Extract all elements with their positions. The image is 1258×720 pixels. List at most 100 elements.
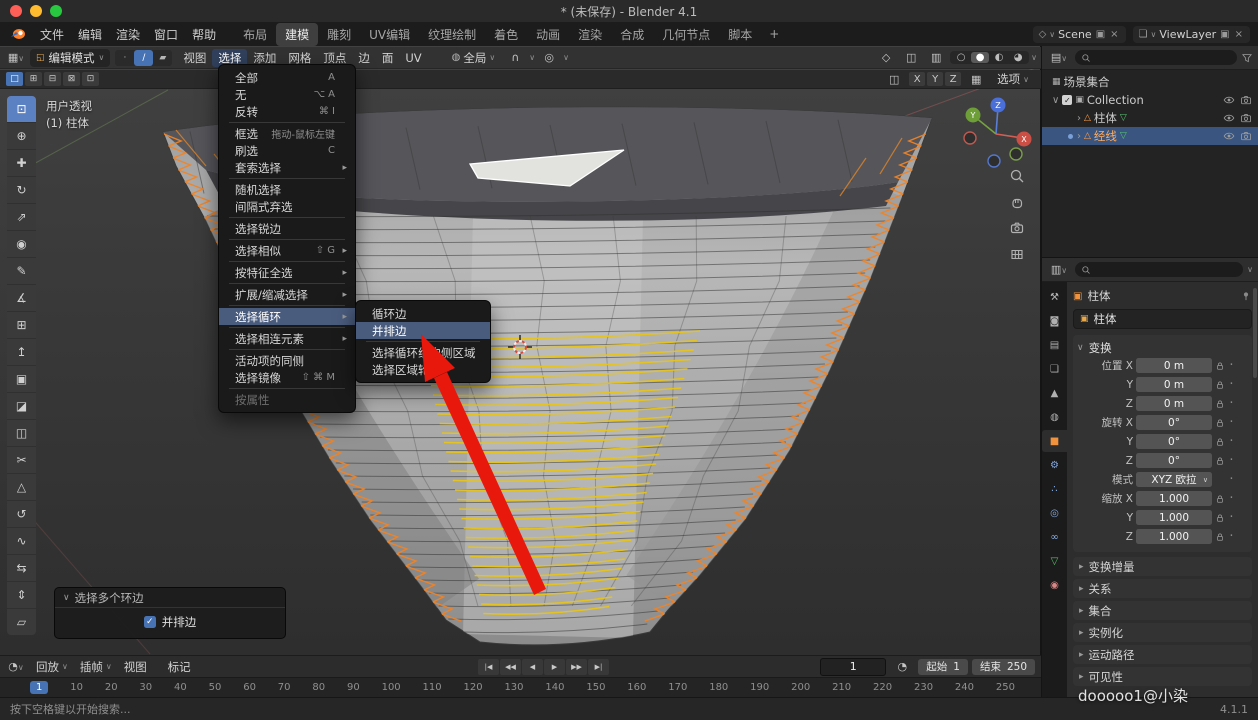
workspace-layout[interactable]: 布局 — [234, 23, 276, 46]
tab-object[interactable]: ■ — [1042, 430, 1067, 452]
animate-dot[interactable]: · — [1228, 453, 1235, 468]
animate-dot[interactable]: · — [1228, 491, 1235, 506]
tab-view-layer[interactable]: ❏ — [1042, 358, 1067, 380]
frame-start-field[interactable]: 起始 1 — [918, 659, 968, 675]
side-of-active[interactable]: 活动项的同侧 ▸ — [219, 352, 355, 369]
close-window-button[interactable] — [10, 5, 22, 17]
collection-row[interactable]: ∨ ✓ ▣ Collection — [1042, 91, 1258, 109]
menu-item[interactable]: ▸ — [229, 178, 345, 179]
box-select[interactable]: 框选 拖动-鼠标左键 ▸ — [219, 125, 355, 142]
select-sharp-edges[interactable]: 选择锐边 ▸ — [219, 220, 355, 237]
frame-tick[interactable]: 230 — [914, 682, 933, 693]
scene-collection-row[interactable]: ▦ 场景集合 — [1042, 73, 1258, 91]
animate-dot[interactable]: · — [1228, 472, 1235, 487]
zoom-window-button[interactable] — [50, 5, 62, 17]
frame-tick[interactable]: 210 — [832, 682, 851, 693]
proportional-edit-toggle[interactable]: ◎ — [537, 50, 561, 65]
prev-keyframe-button[interactable]: ◀◀ — [500, 659, 521, 675]
select-invert[interactable]: 反转 ⌘ I ▸ — [219, 103, 355, 120]
toggle-ortho-button[interactable] — [1005, 242, 1029, 266]
tab-constraints[interactable]: ∞ — [1042, 526, 1067, 548]
lock-icon[interactable] — [1215, 361, 1225, 371]
frame-tick[interactable]: 120 — [463, 682, 482, 693]
remove-viewlayer-button[interactable]: × — [1234, 29, 1244, 40]
tool-spin[interactable]: ↺ — [7, 501, 36, 528]
lock-icon[interactable] — [1215, 532, 1225, 542]
play-reverse-button[interactable]: ◀ — [522, 659, 543, 675]
frame-tick[interactable]: 250 — [996, 682, 1015, 693]
tab-modifiers[interactable]: ⚙ — [1042, 454, 1067, 476]
frame-tick[interactable]: 40 — [174, 682, 187, 693]
camera-view-button[interactable] — [1005, 216, 1029, 240]
workspace-uv-editing[interactable]: UV编辑 — [360, 23, 419, 46]
disable-render-icon[interactable] — [1240, 130, 1252, 142]
value-field[interactable]: 0 m ∨ — [1136, 377, 1212, 392]
frame-tick[interactable]: 220 — [873, 682, 892, 693]
frame-tick[interactable]: 150 — [586, 682, 605, 693]
shading-solid[interactable]: ● — [971, 52, 989, 63]
frame-tick[interactable]: 190 — [750, 682, 769, 693]
shading-rendered[interactable]: ◕ — [1009, 52, 1027, 63]
value-field[interactable]: 0° ∨ — [1136, 453, 1212, 468]
menu-item[interactable]: ▸ — [229, 217, 345, 218]
section-instancing[interactable]: ▸ 实例化 — [1073, 623, 1252, 642]
edge-loops[interactable]: 循环边 ▸ — [356, 305, 490, 322]
checker-deselect[interactable]: 间隔式弃选 ▸ — [219, 198, 355, 215]
frame-tick[interactable]: 110 — [423, 682, 442, 693]
value-field[interactable]: 0° ∨ — [1136, 415, 1212, 430]
new-viewlayer-button[interactable]: ▣ — [1219, 29, 1230, 40]
options-dropdown[interactable]: 选项 ∨ — [991, 71, 1035, 87]
properties-editor-type-button[interactable]: ▥∨ — [1047, 262, 1071, 277]
disable-render-icon[interactable] — [1240, 94, 1252, 106]
menu-item[interactable]: ▸ — [366, 341, 480, 342]
editor-type-button[interactable]: ▦∨ — [4, 50, 28, 65]
new-scene-button[interactable]: ▣ — [1095, 29, 1106, 40]
tool-extrude[interactable]: ↥ — [7, 339, 36, 366]
current-frame-field[interactable]: 1 — [820, 658, 886, 676]
workspace-sculpting[interactable]: 雕刻 — [318, 23, 360, 46]
select-op-invert[interactable]: ⊠ — [63, 72, 80, 86]
lock-icon[interactable] — [1215, 513, 1225, 523]
frame-tick[interactable]: 160 — [627, 682, 646, 693]
select-all[interactable]: 全部 A ▸ — [219, 69, 355, 86]
tool-scale[interactable]: ⇗ — [7, 204, 36, 231]
lock-icon[interactable] — [1215, 418, 1225, 428]
markers-menu[interactable]: 标记 ∨ — [162, 658, 206, 676]
tab-output[interactable]: ▤ — [1042, 334, 1067, 356]
menu-item[interactable]: ▸ — [229, 283, 345, 284]
edge-select-button[interactable]: ∕ — [134, 50, 153, 66]
outliner-editor-type-button[interactable]: ▤∨ — [1047, 50, 1071, 65]
select-loops[interactable]: 选择循环 ▸ — [219, 308, 355, 325]
tool-cursor[interactable]: ⊕ — [7, 123, 36, 150]
section-collections[interactable]: ▸ 集合 — [1073, 601, 1252, 620]
frame-tick[interactable]: 80 — [312, 682, 325, 693]
show-gizmo-toggle[interactable]: ◇ — [874, 50, 898, 65]
section-relations[interactable]: ▸ 关系 — [1073, 579, 1252, 598]
viewlayer-selector[interactable]: ❏∨ ViewLayer ▣ × — [1133, 26, 1250, 43]
menu-item[interactable]: ▸ — [229, 122, 345, 123]
animate-dot[interactable]: · — [1228, 377, 1235, 392]
frame-tick[interactable]: 200 — [791, 682, 810, 693]
jump-start-button[interactable]: |◀ — [478, 659, 499, 675]
animate-dot[interactable]: · — [1228, 396, 1235, 411]
menu-item[interactable]: ▸ — [229, 239, 345, 240]
outliner-object-row[interactable]: › △ 柱体 ▽ — [1042, 109, 1258, 127]
mirror-x-toggle[interactable]: X — [909, 72, 925, 86]
unlink-scene-button[interactable]: × — [1109, 29, 1119, 40]
tab-data[interactable]: ▽ — [1042, 550, 1067, 572]
face-menu[interactable]: 面 — [376, 49, 400, 67]
transform-pivot-icon[interactable]: ◫ — [882, 72, 906, 87]
tool-shear[interactable]: ▱ — [7, 609, 36, 635]
workspace-shading[interactable]: 着色 — [485, 23, 527, 46]
timeline-editor-type-button[interactable]: ◔∨ — [4, 659, 28, 674]
shading-options-dropdown[interactable]: ∨ — [1031, 53, 1037, 62]
zoom-button[interactable] — [1005, 164, 1029, 188]
value-field[interactable]: 0 m ∨ — [1136, 358, 1212, 373]
select-op-subtract[interactable]: ⊟ — [44, 72, 61, 86]
by-attribute[interactable]: 按属性 ▸ — [219, 391, 355, 408]
value-field[interactable]: 0 m ∨ — [1136, 396, 1212, 411]
frame-tick[interactable]: 1 — [30, 681, 48, 694]
tool-add-cube[interactable]: ⊞ — [7, 312, 36, 339]
frame-tick[interactable]: 240 — [955, 682, 974, 693]
select-op-intersect[interactable]: ⊡ — [82, 72, 99, 86]
